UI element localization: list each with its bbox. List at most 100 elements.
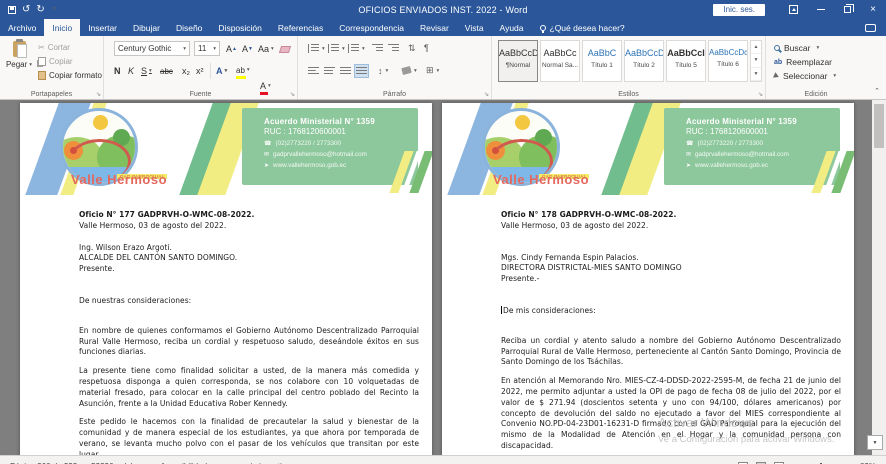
paint-bucket-icon xyxy=(401,66,412,75)
editing-group-label: Edición xyxy=(766,91,866,98)
bullets-button[interactable] xyxy=(308,44,325,53)
recipient-title: DIRECTORA DISTRICTAL-MIES SANTO DOMINGO xyxy=(501,263,841,274)
styles-group-label: Estilos xyxy=(492,91,765,98)
website-icon: ➤ xyxy=(686,162,691,169)
format-painter-button[interactable]: Copiar formato xyxy=(38,71,102,80)
justify-button[interactable] xyxy=(354,64,369,78)
select-arrow-icon xyxy=(773,72,780,80)
styles-scroll-up[interactable]: ▲ xyxy=(751,41,761,54)
vertical-scrollbar[interactable] xyxy=(872,100,886,455)
tab-dibujar[interactable]: Dibujar xyxy=(125,19,168,36)
copy-button[interactable]: Copiar xyxy=(38,57,73,66)
tell-me-label: ¿Qué desea hacer? xyxy=(550,23,625,33)
sign-in-button[interactable]: Inic. ses. xyxy=(713,4,765,16)
scrollbar-thumb[interactable] xyxy=(874,104,884,148)
search-icon xyxy=(774,45,780,51)
phone-number: (02)2773220 / 2773300 xyxy=(697,140,762,147)
website-url: www.vallehermoso.gob.ec xyxy=(273,162,346,169)
replace-button[interactable]: ab Reemplazar xyxy=(774,57,832,67)
recipient-presente: Presente.- xyxy=(501,274,841,285)
font-size-select[interactable]: 11 xyxy=(194,41,220,56)
decrease-indent-button[interactable] xyxy=(372,44,383,53)
tab-diseno[interactable]: Diseño xyxy=(168,19,210,36)
style-titulo-5[interactable]: AaBbCcI Título 5 xyxy=(666,40,706,82)
select-button[interactable]: Seleccionar xyxy=(774,71,836,81)
superscript-button[interactable]: x² xyxy=(196,63,204,79)
tab-correspondencia[interactable]: Correspondencia xyxy=(331,19,412,36)
paste-button[interactable]: Pegar xyxy=(5,41,33,87)
scroll-down-button[interactable]: ▼ xyxy=(867,435,883,450)
shrink-font-button[interactable]: A▼ xyxy=(242,41,253,57)
multilevel-list-button[interactable] xyxy=(348,44,365,53)
line-spacing-button[interactable]: ↕ xyxy=(378,66,388,76)
tab-vista[interactable]: Vista xyxy=(457,19,492,36)
ruc-line: RUC : 1768120600001 xyxy=(264,127,418,136)
close-button[interactable]: × xyxy=(860,0,886,19)
paste-label: Pegar xyxy=(5,60,33,69)
numbering-button[interactable] xyxy=(328,44,345,53)
style-normal-sa[interactable]: AaBbCc Normal Sa... xyxy=(540,40,580,82)
tab-insertar[interactable]: Insertar xyxy=(80,19,125,36)
copy-icon xyxy=(38,57,46,66)
align-center-button[interactable] xyxy=(322,64,337,78)
minimize-button[interactable] xyxy=(808,0,834,19)
letter-body[interactable]: Oficio N° 178 GADPRVH-O-WMC-08-2022. Val… xyxy=(442,195,854,455)
paragraph-dialog-launcher[interactable]: ⇘ xyxy=(484,91,489,98)
subscript-button[interactable]: x₂ xyxy=(182,63,190,79)
ribbon-display-options-icon[interactable] xyxy=(789,5,798,14)
tab-ayuda[interactable]: Ayuda xyxy=(492,19,532,36)
format-painter-icon xyxy=(38,71,46,80)
font-size-value: 11 xyxy=(198,44,206,53)
collapse-ribbon-icon[interactable]: ⌃ xyxy=(874,87,880,95)
comments-icon[interactable] xyxy=(865,24,876,32)
bold-button[interactable]: N xyxy=(114,63,121,79)
paragraph: Este pedido le hacemos con la finalidad … xyxy=(79,417,419,455)
paragraph: En atención al Memorando Nro. MIES-CZ-4-… xyxy=(501,376,841,452)
shading-button[interactable] xyxy=(402,67,417,74)
clipboard-dialog-launcher[interactable]: ⇘ xyxy=(96,91,101,98)
styles-gallery-more[interactable]: ▼ xyxy=(751,68,761,81)
text-effects-button[interactable]: A xyxy=(216,63,227,79)
change-case-button[interactable]: Aa xyxy=(258,41,274,57)
cut-button[interactable]: ✂ Cortar xyxy=(38,43,70,52)
paragraph: Reciba un cordial y atento saludo a nomb… xyxy=(501,336,841,368)
underline-button[interactable]: S xyxy=(141,63,152,79)
strikethrough-button[interactable]: abc xyxy=(160,63,173,79)
restore-button[interactable] xyxy=(834,0,860,19)
document-page-1[interactable]: GAD PARROQUIAL Valle Hermoso Acuerdo Min… xyxy=(20,103,432,455)
brand-name: Valle Hermoso xyxy=(34,172,204,187)
recipient-title: ALCALDE DEL CANTÓN SANTO DOMINGO. xyxy=(79,253,419,264)
brand-name: Valle Hermoso xyxy=(456,172,626,187)
borders-button[interactable]: ⊞ xyxy=(426,65,439,76)
tab-inicio[interactable]: Inicio xyxy=(44,19,80,36)
letter-body[interactable]: Oficio N° 177 GADPRVH-O-WMC-08-2022. Val… xyxy=(20,195,432,455)
style-titulo-6[interactable]: AaBbCcDc Título 6 xyxy=(708,40,748,82)
style-titulo-2[interactable]: AaBbCcD Título 2 xyxy=(624,40,664,82)
show-marks-button[interactable]: ¶ xyxy=(424,43,429,53)
tab-revisar[interactable]: Revisar xyxy=(412,19,457,36)
style-normal[interactable]: AaBbCcD ¶Normal xyxy=(498,40,538,82)
sort-button[interactable]: ⇅ xyxy=(408,43,416,54)
italic-button[interactable]: K xyxy=(128,63,134,79)
font-dialog-launcher[interactable]: ⇘ xyxy=(290,91,295,98)
styles-scroll-down[interactable]: ▼ xyxy=(751,54,761,67)
phone-icon: ☎ xyxy=(686,140,693,147)
find-label: Buscar xyxy=(784,43,810,53)
clear-formatting-button[interactable] xyxy=(280,41,290,57)
find-button[interactable]: Buscar xyxy=(774,43,819,53)
style-titulo-1[interactable]: AaBbC Título 1 xyxy=(582,40,622,82)
font-family-select[interactable]: Century Gothic xyxy=(114,41,190,56)
tab-disposicion[interactable]: Disposición xyxy=(210,19,269,36)
replace-label: Reemplazar xyxy=(786,57,832,67)
align-left-button[interactable] xyxy=(306,64,321,78)
tab-referencias[interactable]: Referencias xyxy=(270,19,331,36)
align-right-button[interactable] xyxy=(338,64,353,78)
grow-font-button[interactable]: A▲ xyxy=(226,41,237,57)
increase-indent-button[interactable] xyxy=(388,44,399,53)
document-page-2[interactable]: GAD PARROQUIAL Valle Hermoso Acuerdo Min… xyxy=(442,103,854,455)
acuerdo-line: Acuerdo Ministerial N° 1359 xyxy=(264,117,418,126)
tab-archivo[interactable]: Archivo xyxy=(0,19,44,36)
document-area: GAD PARROQUIAL Valle Hermoso Acuerdo Min… xyxy=(0,100,886,455)
styles-dialog-launcher[interactable]: ⇘ xyxy=(758,91,763,98)
tell-me-box[interactable]: ¿Qué desea hacer? xyxy=(532,19,633,36)
